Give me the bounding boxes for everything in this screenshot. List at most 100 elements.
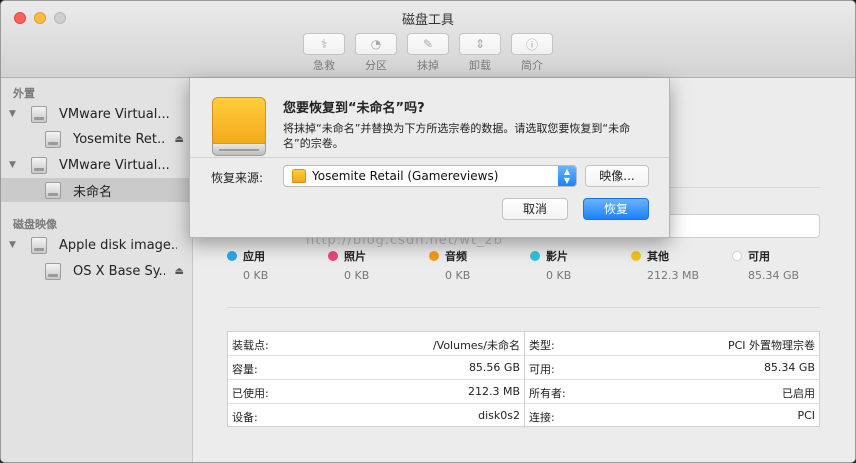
- popup-arrows-icon[interactable]: ▲ ▼: [558, 166, 576, 186]
- erase-icon[interactable]: ✎: [407, 33, 449, 55]
- toolbar-first-aid[interactable]: ⚕ 急救: [303, 33, 345, 73]
- sidebar-section-disk-images: 磁盘映像: [13, 218, 57, 231]
- external-disk-icon: [212, 97, 266, 156]
- sidebar-item-label: VMware Virtual...: [59, 157, 170, 173]
- partition-icon[interactable]: ◔: [355, 33, 397, 55]
- toolbar-label: 分区: [365, 59, 387, 72]
- sidebar-item-apple-disk-image[interactable]: ▼ Apple disk image...: [1, 233, 192, 257]
- info-value: /Volumes/未命名: [432, 339, 520, 352]
- info-row-device: 设备: disk0s2: [228, 404, 524, 428]
- info-value: 85.56 GB: [468, 361, 520, 374]
- info-row-type: 类型: PCI 外置物理宗卷: [525, 332, 819, 356]
- sidebar-section-external: 外置: [13, 87, 35, 100]
- category-size: 0 KB: [243, 269, 269, 282]
- volume-info-table: 装载点: /Volumes/未命名 容量: 85.56 GB 已使用: 212.…: [227, 331, 820, 428]
- info-value: PCI 外置物理宗卷: [727, 339, 815, 352]
- sheet-description: 将抹掉“未命名”并替换为下方所选宗卷的数据。请选取您要恢复到“未命名”的宗卷。: [283, 122, 631, 150]
- restore-source-label: 恢复来源:: [211, 171, 264, 185]
- unmount-icon[interactable]: ⇕: [459, 33, 501, 55]
- sidebar-item-os-x-base[interactable]: OS X Base Sy... ⏏: [1, 259, 192, 283]
- info-key: 已使用:: [232, 387, 269, 400]
- toolbar-unmount[interactable]: ⇕ 卸载: [459, 33, 501, 73]
- sheet-divider: [190, 157, 669, 158]
- sidebar-item-label: Apple disk image...: [59, 237, 177, 253]
- title-bar: 磁盘工具 ⚕ 急救 ◔ 分区 ✎ 抹掉 ⇕ 卸载 ⓘ 简介: [1, 1, 855, 78]
- disk-icon: [31, 105, 47, 123]
- info-row-owners: 所有者: 已启用: [525, 380, 819, 404]
- legend-dot: [429, 251, 439, 261]
- category-size: 0 KB: [546, 269, 572, 282]
- sidebar-item-label: 未命名: [73, 184, 113, 200]
- toolbar-label: 简介: [521, 59, 543, 72]
- legend-dot: [732, 251, 742, 261]
- disk-icon: [31, 156, 47, 174]
- category-name: 其他: [647, 250, 669, 263]
- disk-icon: [45, 262, 61, 280]
- legend-dot: [227, 251, 237, 261]
- disk-utility-window: 磁盘工具 ⚕ 急救 ◔ 分区 ✎ 抹掉 ⇕ 卸载 ⓘ 简介 外置 ▼ VMwar…: [0, 0, 856, 463]
- disk-icon: [292, 169, 306, 183]
- restore-sheet: 您要恢复到“未命名”吗? 将抹掉“未命名”并替换为下方所选宗卷的数据。请选取您要…: [189, 78, 670, 238]
- disclosure-triangle-icon[interactable]: ▼: [9, 160, 16, 170]
- toolbar-label: 急救: [313, 59, 335, 72]
- category-size: 0 KB: [445, 269, 471, 282]
- sidebar-item-vmware-1[interactable]: ▼ VMware Virtual...: [1, 102, 192, 126]
- info-row-capacity: 容量: 85.56 GB: [228, 356, 524, 380]
- info-row-connection: 连接: PCI: [525, 404, 819, 428]
- info-row-available: 可用: 85.34 GB: [525, 356, 819, 380]
- sidebar-item-label: OS X Base Sy...: [73, 263, 165, 279]
- info-value: 212.3 MB: [467, 385, 520, 398]
- info-key: 设备:: [232, 411, 258, 424]
- disk-icon: [31, 236, 47, 254]
- sidebar-item-untitled[interactable]: 未命名: [1, 178, 192, 202]
- legend-dot: [328, 251, 338, 261]
- category-name: 应用: [243, 250, 265, 263]
- sheet-question: 您要恢复到“未命名”吗?: [283, 101, 425, 116]
- category-name: 可用: [748, 250, 770, 263]
- toolbar-info[interactable]: ⓘ 简介: [511, 33, 553, 73]
- disk-icon: [45, 181, 61, 199]
- legend-dot: [631, 251, 641, 261]
- info-key: 连接:: [529, 411, 555, 424]
- first-aid-icon[interactable]: ⚕: [303, 33, 345, 55]
- sidebar-item-yosemite[interactable]: Yosemite Ret... ⏏: [1, 127, 192, 151]
- sidebar-item-vmware-2[interactable]: ▼ VMware Virtual...: [1, 153, 192, 177]
- info-row-used: 已使用: 212.3 MB: [228, 380, 524, 404]
- info-key: 装载点:: [232, 339, 269, 352]
- toolbar-partition[interactable]: ◔ 分区: [355, 33, 397, 73]
- eject-icon[interactable]: ⏏: [175, 266, 184, 277]
- info-key: 可用:: [529, 363, 555, 376]
- info-row-mount-point: 装载点: /Volumes/未命名: [228, 332, 524, 356]
- sidebar-item-label: Yosemite Ret...: [73, 131, 165, 147]
- info-key: 容量:: [232, 363, 258, 376]
- info-key: 类型:: [529, 339, 555, 352]
- disclosure-triangle-icon[interactable]: ▼: [9, 240, 16, 250]
- category-size: 85.34 GB: [748, 269, 800, 282]
- image-button[interactable]: 映像...: [585, 165, 649, 187]
- info-icon[interactable]: ⓘ: [511, 33, 553, 55]
- disclosure-triangle-icon[interactable]: ▼: [9, 109, 16, 119]
- cancel-button[interactable]: 取消: [502, 198, 568, 220]
- toolbar-label: 抹掉: [417, 59, 439, 72]
- divider: [227, 307, 820, 308]
- category-name: 音频: [445, 250, 467, 263]
- disk-icon: [45, 130, 61, 148]
- eject-icon[interactable]: ⏏: [175, 134, 184, 145]
- toolbar-label: 卸载: [469, 59, 491, 72]
- restore-source-value: Yosemite Retail (Gamereviews): [312, 169, 499, 183]
- category-size: 0 KB: [344, 269, 370, 282]
- window-title: 磁盘工具: [401, 13, 454, 28]
- category-name: 照片: [344, 250, 366, 263]
- legend-dot: [530, 251, 540, 261]
- restore-button[interactable]: 恢复: [583, 198, 649, 220]
- category-name: 影片: [546, 250, 568, 263]
- toolbar-erase[interactable]: ✎ 抹掉: [407, 33, 449, 73]
- info-value: disk0s2: [478, 409, 520, 422]
- info-value: 已启用: [782, 387, 815, 400]
- info-key: 所有者:: [529, 387, 566, 400]
- sidebar: 外置 ▼ VMware Virtual... Yosemite Ret... ⏏…: [1, 78, 193, 462]
- restore-source-popup[interactable]: Yosemite Retail (Gamereviews) ▲ ▼: [283, 165, 577, 187]
- category-size: 212.3 MB: [647, 269, 700, 282]
- info-value: 85.34 GB: [763, 361, 815, 374]
- sidebar-item-label: VMware Virtual...: [59, 106, 170, 122]
